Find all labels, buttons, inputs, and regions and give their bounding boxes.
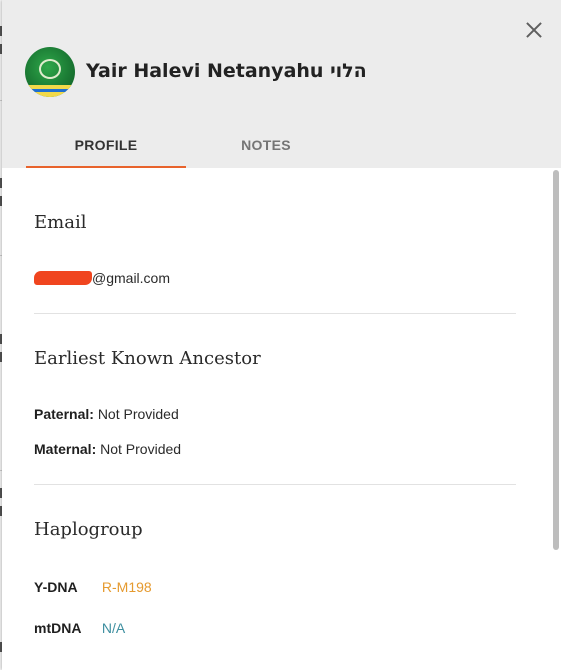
avatar-flag-band [25,85,75,97]
mtdna-label: mtDNA [34,620,82,636]
tab-profile[interactable]: PROFILE [26,126,186,168]
ydna-value: R-M198 [101,579,152,595]
haplogroup-heading: Haplogroup [34,519,143,540]
email-heading: Email [34,212,87,233]
section-divider [34,313,516,314]
tab-notes[interactable]: NOTES [186,126,346,168]
profile-dialog: Yair Halevi Netanyahu הלוי PROFILE NOTES… [2,0,561,670]
ydna-row: Y-DNA R-M198 [34,579,152,595]
community-emblem-icon [39,59,61,79]
ydna-label: Y-DNA [34,579,78,595]
mtdna-value: N/A [101,620,126,636]
paternal-label: Paternal: [34,406,94,422]
profile-content: Email @gmail.com Earliest Known Ancestor… [2,168,550,670]
content-scrollbar[interactable] [550,168,561,670]
avatar [25,47,75,97]
profile-name: Yair Halevi Netanyahu הלוי [86,60,367,82]
maternal-value: Not Provided [100,441,182,457]
paternal-row: Paternal: Not Provided [34,406,179,422]
mtdna-row: mtDNA N/A [34,620,125,636]
maternal-label: Maternal: [34,441,97,457]
redacted-email-user [34,270,92,285]
section-divider [34,484,516,485]
close-icon[interactable] [522,18,546,42]
scrollbar-thumb[interactable] [553,170,559,550]
paternal-value: Not Provided [97,406,179,422]
dialog-header: Yair Halevi Netanyahu הלוי PROFILE NOTES [2,0,561,168]
email-domain: @gmail.com [92,270,171,286]
maternal-row: Maternal: Not Provided [34,441,181,457]
ancestor-heading: Earliest Known Ancestor [34,348,261,369]
email-value: @gmail.com [34,270,170,286]
